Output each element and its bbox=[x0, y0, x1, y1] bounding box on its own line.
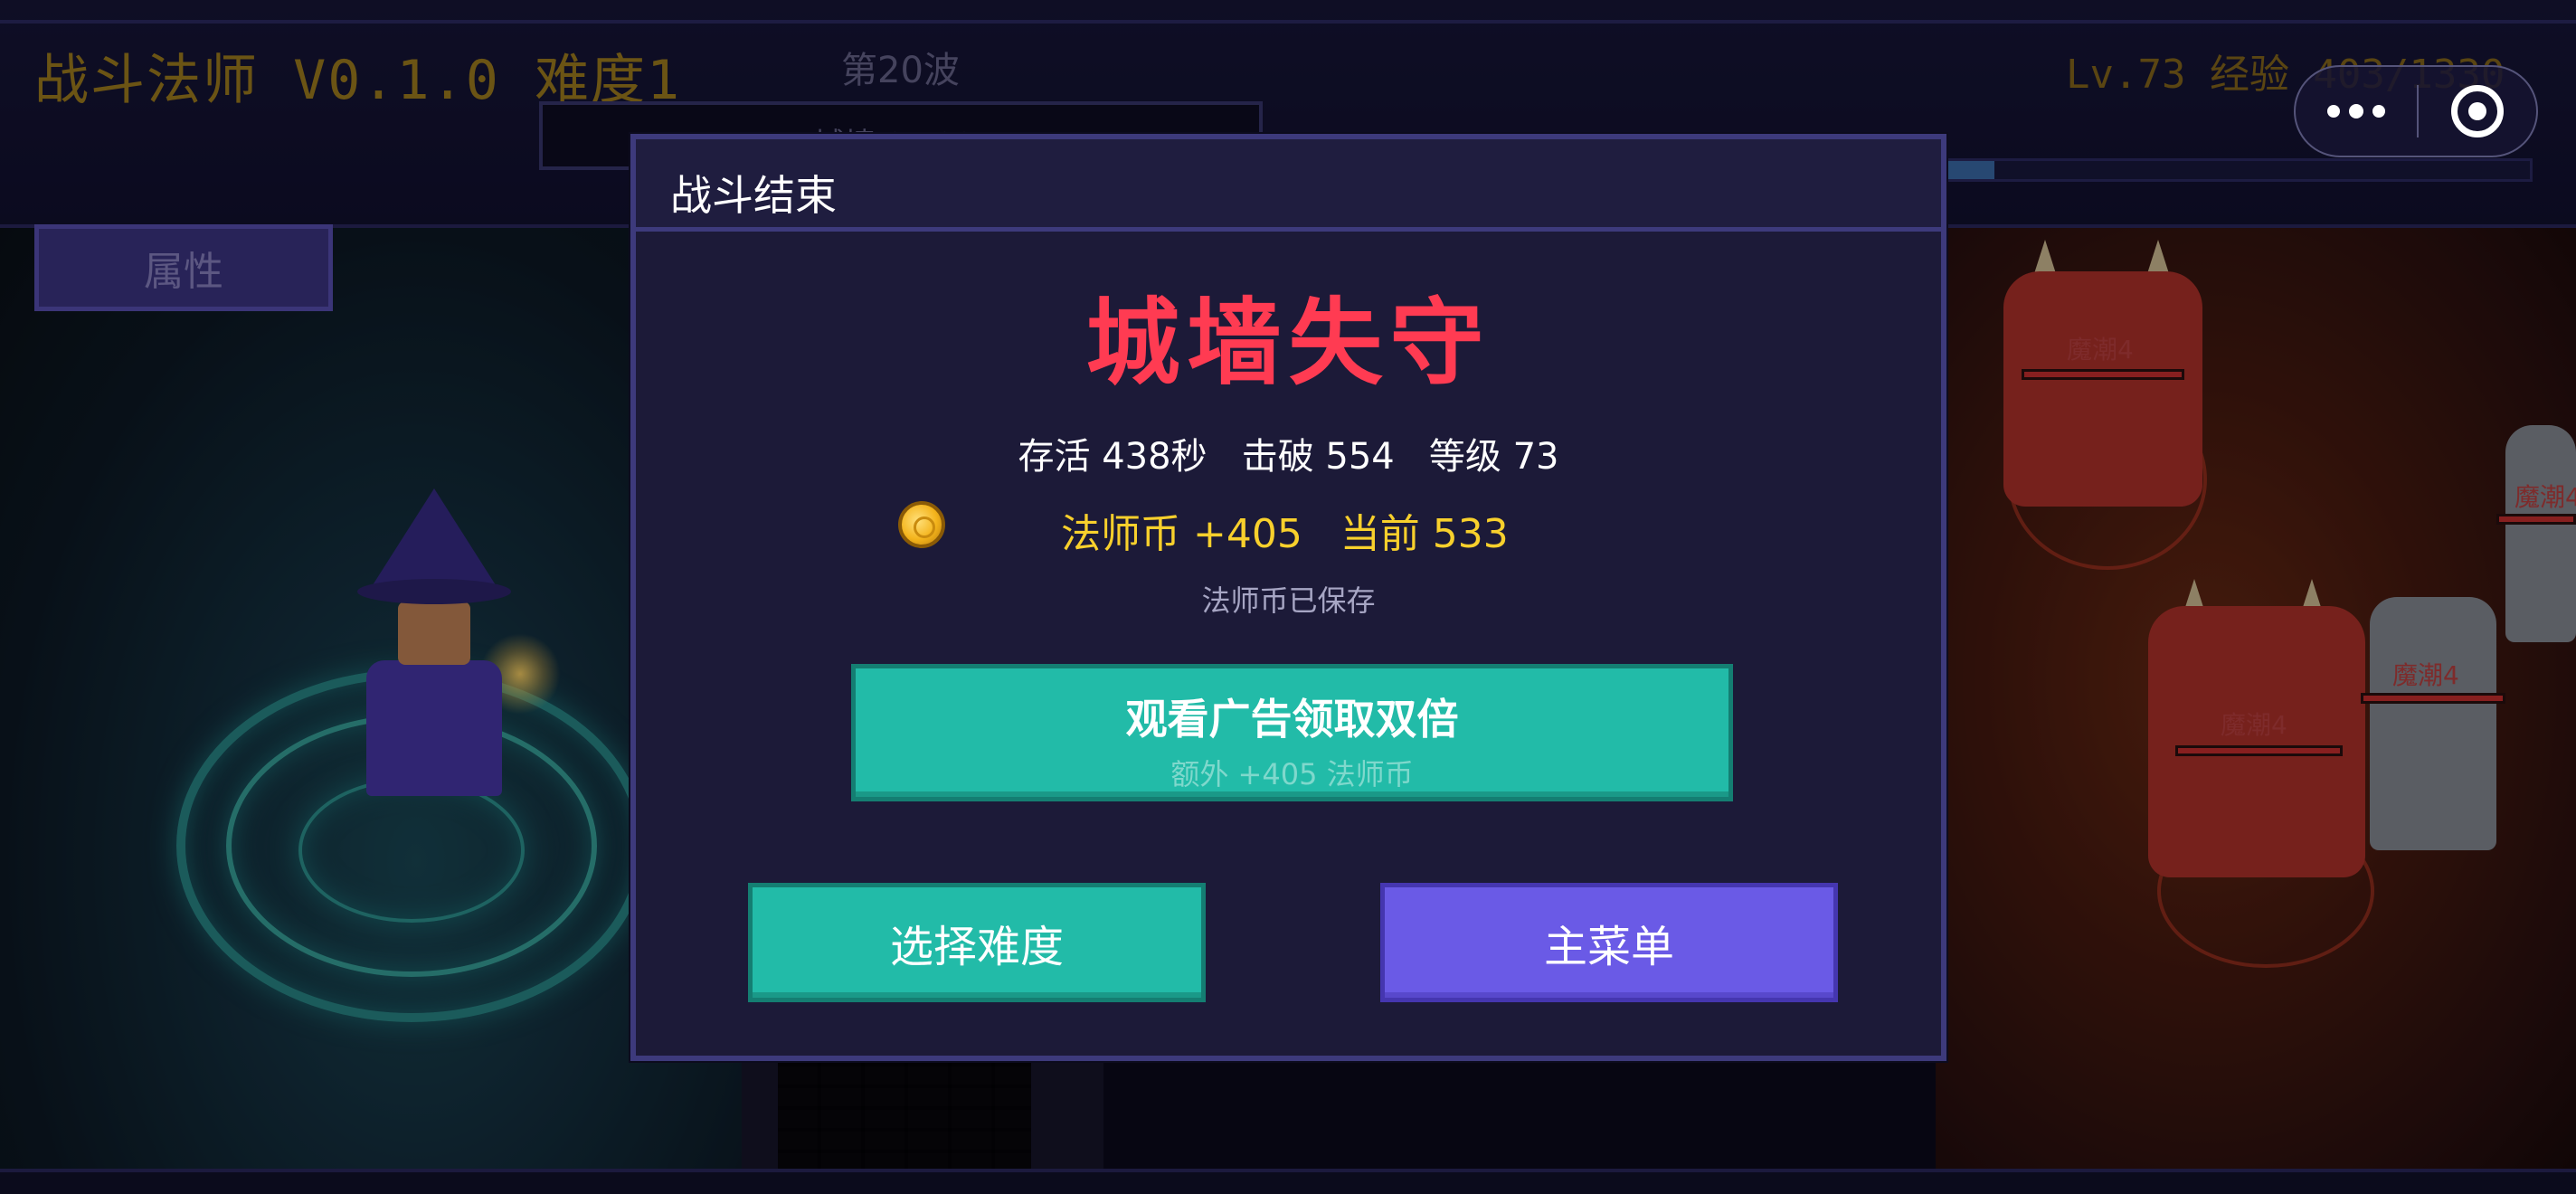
ad-button-sublabel: 额外 +405 法师币 bbox=[1170, 757, 1414, 791]
result-title: 城墙失守 bbox=[1085, 288, 1492, 398]
target-close-icon[interactable] bbox=[2419, 67, 2536, 156]
ad-button-label: 观看广告领取双倍 bbox=[1125, 695, 1459, 744]
mini-program-capsule bbox=[2294, 65, 2538, 157]
coin-reward: 法师币 +405 当前 533 bbox=[1061, 511, 1509, 557]
battle-stats: 存活 438秒 击破 554 等级 73 bbox=[1018, 436, 1559, 478]
more-dots-icon[interactable] bbox=[2296, 67, 2417, 156]
watch-ad-double-button[interactable]: 观看广告领取双倍 额外 +405 法师币 bbox=[851, 664, 1733, 801]
coins-saved-note: 法师币已保存 bbox=[1201, 583, 1376, 618]
dialog-title: 战斗结束 bbox=[670, 171, 837, 220]
battle-result-dialog: 战斗结束 城墙失守 存活 438秒 击破 554 等级 73 法师币 +405 … bbox=[630, 134, 1946, 1061]
select-difficulty-button[interactable]: 选择难度 bbox=[748, 883, 1206, 1002]
coin-icon bbox=[898, 501, 945, 548]
main-menu-button[interactable]: 主菜单 bbox=[1380, 883, 1838, 1002]
dialog-header: 战斗结束 bbox=[636, 139, 1941, 232]
